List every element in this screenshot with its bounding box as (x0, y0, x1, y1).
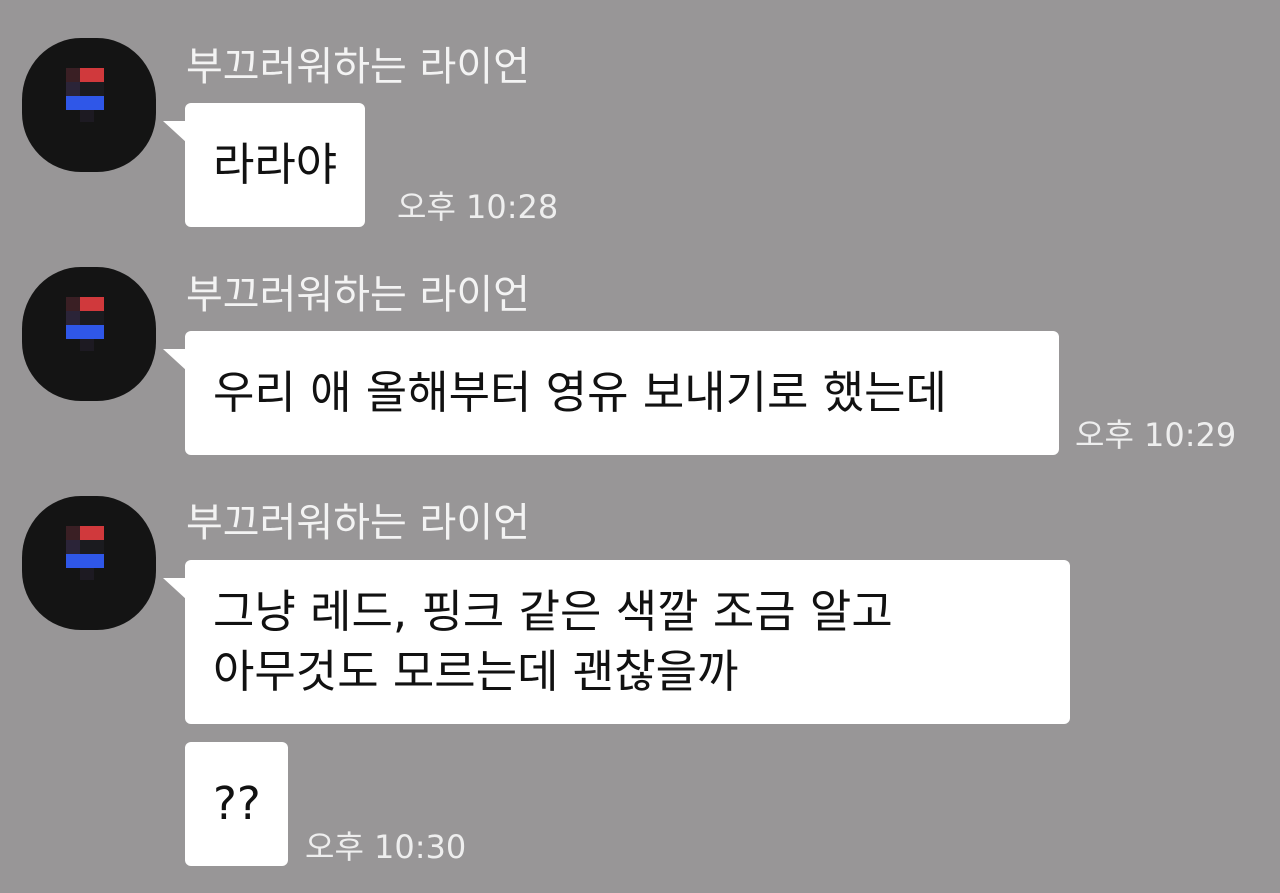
sender-avatar[interactable] (22, 38, 156, 172)
sender-avatar[interactable] (22, 267, 156, 401)
message-timestamp: 오후 10:28 (397, 188, 559, 226)
message-bubble[interactable]: 라라야 (162, 103, 366, 227)
pixelated-profile-icon (66, 297, 112, 361)
message-bubble[interactable]: 우리 애 올해부터 영유 보내기로 했는데 (163, 331, 1059, 455)
sender-name: 부끄러워하는 라이언 (186, 44, 530, 90)
message-timestamp: 오후 10:30 (305, 828, 467, 866)
sender-name: 부끄러워하는 라이언 (186, 272, 530, 318)
message-text-line-2: 아무것도 모르는데 괜찮을까 (213, 645, 739, 698)
message-text: 라라야 (213, 138, 338, 191)
message-timestamp: 오후 10:29 (1075, 416, 1237, 454)
message-bubble[interactable]: 그냥 레드, 핑크 같은 색깔 조금 알고 아무것도 모르는데 괜찮을까 (163, 560, 1070, 724)
pixelated-profile-icon (66, 68, 112, 132)
pixelated-profile-icon (66, 526, 112, 590)
sender-avatar[interactable] (22, 496, 156, 630)
message-bubble[interactable]: ?? (185, 742, 288, 866)
sender-name: 부끄러워하는 라이언 (186, 500, 530, 546)
message-text: 우리 애 올해부터 영유 보내기로 했는데 (213, 366, 947, 419)
message-text: ?? (213, 777, 261, 830)
message-text-line-1: 그냥 레드, 핑크 같은 색깔 조금 알고 (213, 585, 893, 638)
